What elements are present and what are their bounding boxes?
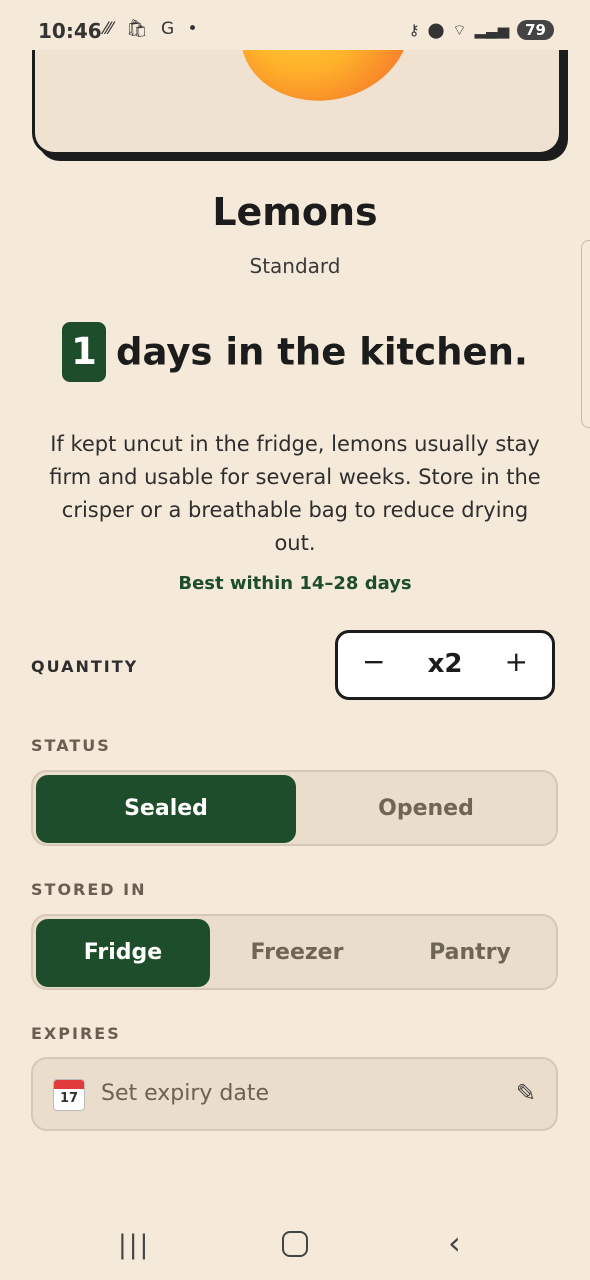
wifi-icon: ⌔ [452, 20, 467, 39]
back-button[interactable]: ‹ [448, 1224, 461, 1262]
best-within: Best within 14–28 days [178, 573, 412, 594]
stored-option-pantry[interactable]: Pantry [384, 919, 556, 987]
status-bar: 10:46 ⁄⁄⁄ 🛍 G • ⚷ ⬤ ⌔ ▂▃▅ 79 [0, 0, 590, 50]
stored-option-freezer[interactable]: Freezer [210, 919, 384, 987]
pencil-icon[interactable]: ✎ [516, 1079, 536, 1107]
calendar-icon: 17 [53, 1079, 85, 1111]
bag-icon: 🛍 [125, 19, 148, 39]
product-title: Lemons [212, 190, 378, 234]
days-in-kitchen: 1 days in the kitchen. [0, 322, 590, 382]
product-variant: Standard [249, 254, 341, 278]
quantity-stepper: − x2 + [335, 630, 555, 700]
stored-option-fridge[interactable]: Fridge [36, 919, 210, 987]
screen: 10:46 ⁄⁄⁄ 🛍 G • ⚷ ⬤ ⌔ ▂▃▅ 79 Lemons Stan… [0, 0, 590, 1280]
system-nav-bar: ||| ‹ [0, 1206, 590, 1280]
calendar-day: 17 [59, 1091, 79, 1106]
home-button[interactable] [282, 1231, 308, 1257]
dot-icon: • [187, 19, 198, 39]
location-icon: ⬤ [427, 21, 445, 39]
status-segmented-control: Sealed Opened [31, 770, 558, 846]
google-icon: G [160, 19, 175, 39]
recent-apps-button[interactable]: ||| [118, 1230, 150, 1260]
signal-icon: ▂▃▅ [474, 21, 510, 39]
expiry-placeholder: Set expiry date [101, 1081, 270, 1106]
expires-label: EXPIRES [31, 1024, 121, 1043]
expiry-date-field[interactable]: 17 Set expiry date ✎ [31, 1057, 558, 1131]
stored-in-label: STORED IN [31, 880, 147, 899]
days-count-badge: 1 [62, 322, 106, 382]
stored-in-segmented-control: Fridge Freezer Pantry [31, 914, 558, 990]
status-option-sealed[interactable]: Sealed [36, 775, 296, 843]
status-time: 10:46 [38, 19, 102, 43]
status-option-opened[interactable]: Opened [296, 775, 556, 843]
key-icon: ⚷ [408, 21, 420, 39]
status-right-icons: ⚷ ⬤ ⌔ ▂▃▅ 79 [401, 20, 554, 40]
storage-description: If kept uncut in the fridge, lemons usua… [49, 432, 541, 555]
battery-icon: 79 [517, 20, 554, 40]
days-text: days in the kitchen. [116, 330, 528, 374]
slash-icon: ⁄⁄⁄ [104, 19, 113, 39]
status-label: STATUS [31, 736, 111, 755]
status-left-icons: ⁄⁄⁄ 🛍 G • [104, 19, 206, 39]
increase-quantity-button[interactable]: + [505, 645, 528, 678]
quantity-label: QUANTITY [31, 657, 139, 676]
